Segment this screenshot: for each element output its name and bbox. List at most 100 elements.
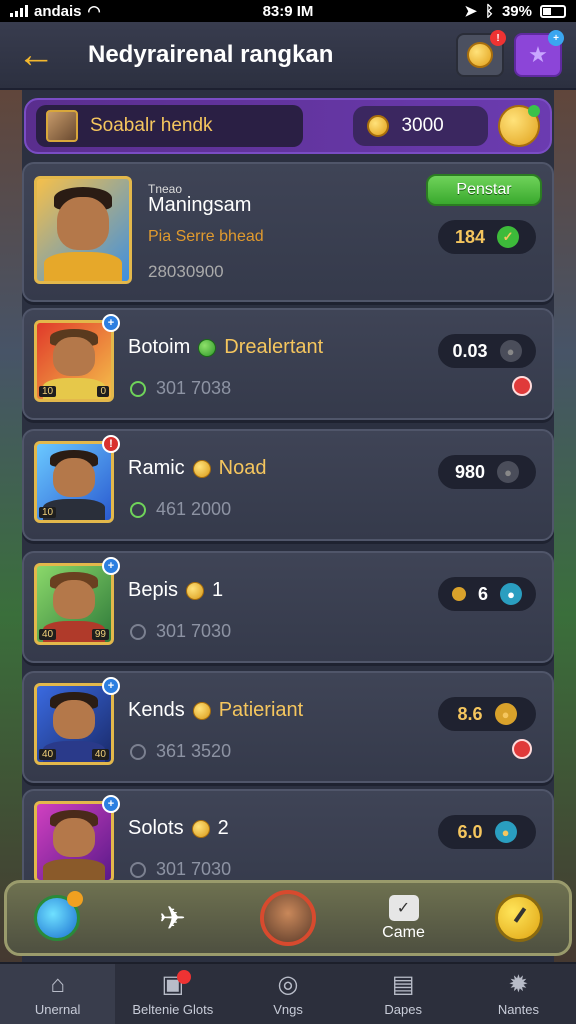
carrier-label: andais: [34, 2, 82, 20]
player-tag: 1: [212, 579, 224, 601]
player-portrait: 10 0: [34, 320, 114, 402]
tab-clipboard[interactable]: ▤ Dapes: [346, 964, 461, 1024]
player-portrait: 40 99: [34, 563, 114, 645]
notification-badge: +: [548, 30, 564, 46]
star-icon: ★: [528, 42, 548, 67]
list-item[interactable]: 40 40 + Kends Patieriant 361 3520 8.6 ●: [22, 671, 554, 783]
shield-icon: [130, 861, 146, 878]
travel-button[interactable]: ✈: [143, 899, 203, 937]
tab-cards[interactable]: ▣ Beltenie Glots: [115, 964, 230, 1024]
player-portrait: [34, 176, 132, 284]
player-name: Ramic: [128, 457, 185, 479]
score-value: 980: [454, 461, 486, 482]
shield-icon: [130, 501, 146, 518]
timer-button[interactable]: [489, 894, 549, 942]
tab-label: Dapes: [384, 1001, 422, 1017]
status-icon: ●: [499, 340, 522, 362]
portrait-tag: 99: [91, 629, 109, 640]
check-icon: ✓: [497, 226, 520, 248]
tab-settings[interactable]: ✹ Nantes: [461, 964, 576, 1024]
player-name: Bepis: [128, 579, 179, 601]
status-icon: ●: [500, 583, 522, 605]
coin-icon: [451, 587, 466, 601]
score-pill: 8.6 ●: [438, 697, 536, 731]
battery-icon: [540, 4, 566, 18]
player-profile[interactable]: Soabalr hendk: [36, 105, 304, 147]
alert-icon: [512, 739, 532, 759]
battery-percent: 39%: [501, 2, 532, 20]
player-tag: Patieriant: [218, 699, 304, 721]
list-item[interactable]: 10 ! Ramic Noad 461 2000 980 ●: [22, 429, 554, 541]
player-id-row: 301 7030: [130, 621, 231, 642]
tab-label: Beltenie Glots: [132, 1001, 214, 1017]
featured-player-card[interactable]: Tneao Maningsam Pia Serre bhead 28030900…: [22, 162, 554, 302]
notification-badge: [177, 970, 192, 984]
player-tag: 2: [217, 817, 229, 839]
shield-icon: [130, 380, 146, 397]
world-button[interactable]: [27, 891, 87, 941]
portrait-tag: 0: [97, 386, 109, 397]
portrait-tag: 10: [39, 507, 57, 518]
check-card-icon: ✓: [388, 894, 419, 921]
player-id: 301 7030: [156, 621, 232, 641]
tab-target[interactable]: ◎ Vngs: [230, 964, 345, 1024]
medal-button[interactable]: [498, 105, 540, 147]
coins-button[interactable]: !: [456, 30, 506, 77]
player-portrait: [34, 801, 114, 883]
score-value: 0.03: [452, 340, 488, 361]
player-id-row: 461 2000: [130, 499, 231, 520]
list-item[interactable]: 40 99 + Bepis 1 301 7030 6 ●: [22, 551, 554, 663]
player-portrait: 10: [34, 441, 114, 523]
coin-balance[interactable]: 3000: [353, 106, 489, 146]
coin-icon: [198, 338, 217, 357]
home-icon: ⌂: [50, 970, 65, 998]
plane-icon: ✈: [159, 900, 186, 936]
player-id-row: 361 3520: [130, 741, 231, 762]
arrow-left-icon: ←: [17, 33, 55, 76]
score-value: 6.0: [457, 821, 483, 842]
score-value: 8.6: [457, 703, 483, 724]
player-name: Maningsam: [148, 194, 252, 216]
player-id: 461 2000: [156, 499, 232, 519]
notification-badge: [67, 891, 83, 907]
player-id-row: 301 7038: [130, 378, 231, 399]
rewards-button[interactable]: ★ +: [514, 30, 564, 77]
score-pill: 980 ●: [438, 455, 536, 489]
badge-icon: +: [102, 557, 120, 575]
player-id: 301 7038: [156, 378, 232, 398]
player-name-row: Botoim Drealertant: [128, 336, 323, 359]
status-button[interactable]: Penstar: [426, 174, 542, 206]
tab-bar: ⌂ Unernal ▣ Beltenie Glots ◎ Vngs ▤ Dape…: [0, 962, 576, 1024]
score-pill: 0.03 ●: [438, 334, 536, 368]
page-title: Nedyrairenal rangkan: [88, 41, 334, 68]
coin-icon: [192, 459, 211, 478]
list-item[interactable]: 10 0 + Botoim Drealertant 301 7038 0.03 …: [22, 308, 554, 420]
tab-label: Unernal: [34, 1001, 81, 1017]
avatar: [46, 110, 78, 142]
header: ← Nedyrairenal rangkan ! ★ +: [0, 22, 576, 90]
player-name: Soabalr hendk: [90, 115, 213, 136]
player-name-row: Solots 2: [128, 817, 229, 840]
coin-icon: [186, 581, 205, 600]
bluetooth-icon: ᛒ: [484, 2, 494, 20]
coin-icon: [367, 115, 390, 137]
badge-icon: +: [102, 314, 120, 332]
came-label: Came: [382, 923, 425, 941]
shield-icon: [130, 743, 146, 760]
profile-button[interactable]: [258, 890, 318, 946]
back-button[interactable]: ←: [14, 33, 58, 77]
came-button[interactable]: ✓ Came: [374, 894, 434, 942]
location-icon: ➤: [464, 3, 477, 20]
tab-home[interactable]: ⌂ Unernal: [0, 964, 116, 1024]
action-bar: ✈ ✓ Came: [4, 880, 572, 956]
score-value: 6: [477, 583, 488, 604]
player-id-row: 301 7030: [130, 859, 231, 880]
portrait-tag: 40: [91, 749, 109, 760]
avatar: [260, 890, 316, 946]
status-icon: ●: [494, 703, 517, 725]
player-role: Pia Serre bhead: [148, 228, 264, 245]
player-name-row: Kends Patieriant: [128, 699, 303, 722]
score-value: 184: [454, 226, 486, 247]
stopwatch-icon: [495, 894, 543, 942]
stadium-background-left: [0, 90, 22, 964]
